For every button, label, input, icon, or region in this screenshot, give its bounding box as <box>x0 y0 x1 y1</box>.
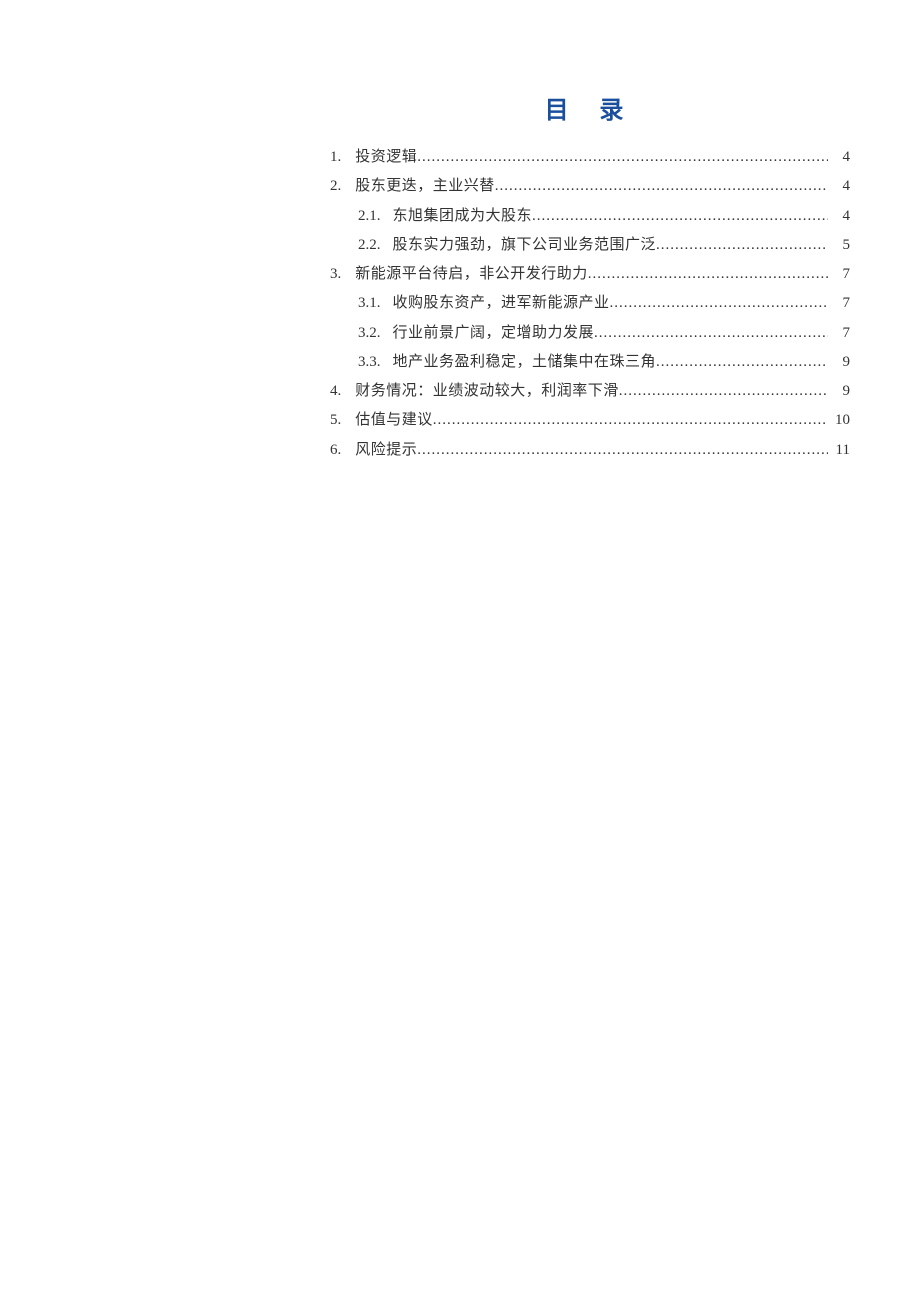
toc-page-number: 4 <box>828 172 850 201</box>
toc-leader-dots <box>417 143 828 172</box>
toc-page-number: 11 <box>828 436 850 465</box>
toc-number: 6. <box>330 436 341 465</box>
toc-number: 3. <box>330 260 341 289</box>
toc-page-number: 4 <box>828 202 850 231</box>
toc-page-number: 4 <box>828 143 850 172</box>
toc-number: 3.1. <box>358 289 381 318</box>
toc-entry[interactable]: 2.2. 股东实力强劲，旗下公司业务范围广泛 5 <box>330 231 850 260</box>
toc-container: 目 录 1.投资逻辑42.股东更迭，主业兴替42.1.东旭集团成为大股东42.2… <box>330 90 850 465</box>
toc-page-number: 7 <box>828 260 850 289</box>
toc-page-number: 10 <box>828 406 850 435</box>
toc-leader-dots <box>588 260 828 289</box>
toc-number: 2.2. <box>358 231 381 260</box>
toc-label: 股东更迭，主业兴替 <box>355 172 495 201</box>
toc-entry[interactable]: 3.3. 地产业务盈利稳定，土储集中在珠三角 9 <box>330 348 850 377</box>
toc-label: 地产业务盈利稳定，土储集中在珠三角 <box>393 348 657 377</box>
toc-number: 3.2. <box>358 319 381 348</box>
toc-number: 1. <box>330 143 341 172</box>
toc-page-number: 7 <box>828 289 850 318</box>
toc-entry[interactable]: 3.2. 行业前景广阔，定增助力发展 7 <box>330 319 850 348</box>
toc-leader-dots <box>656 231 828 260</box>
toc-leader-dots <box>656 348 828 377</box>
toc-entry[interactable]: 4. 财务情况：业绩波动较大，利润率下滑 9 <box>330 377 850 406</box>
toc-label: 风险提示 <box>355 436 417 465</box>
toc-page-number: 9 <box>828 348 850 377</box>
toc-number: 2.1. <box>358 202 381 231</box>
toc-entry[interactable]: 1. 投资逻辑 4 <box>330 143 850 172</box>
toc-label: 股东实力强劲，旗下公司业务范围广泛 <box>393 231 657 260</box>
toc-page-number: 5 <box>828 231 850 260</box>
toc-page-number: 7 <box>828 319 850 348</box>
toc-number: 4. <box>330 377 341 406</box>
toc-leader-dots <box>417 436 828 465</box>
toc-page-number: 9 <box>828 377 850 406</box>
toc-leader-dots <box>610 289 828 318</box>
toc-entry[interactable]: 3. 新能源平台待启，非公开发行助力 7 <box>330 260 850 289</box>
toc-leader-dots <box>433 406 828 435</box>
toc-label: 投资逻辑 <box>355 143 417 172</box>
toc-entry[interactable]: 2.1. 东旭集团成为大股东 4 <box>330 202 850 231</box>
toc-label: 估值与建议 <box>355 406 433 435</box>
toc-entry[interactable]: 3.1. 收购股东资产，进军新能源产业 7 <box>330 289 850 318</box>
toc-number: 5. <box>330 406 341 435</box>
toc-label: 东旭集团成为大股东 <box>393 202 533 231</box>
toc-leader-dots <box>532 202 828 231</box>
toc-leader-dots <box>619 377 828 406</box>
page-title: 目 录 <box>330 90 850 125</box>
toc-label: 新能源平台待启，非公开发行助力 <box>355 260 588 289</box>
toc-entry[interactable]: 2. 股东更迭，主业兴替 4 <box>330 172 850 201</box>
toc-leader-dots <box>594 319 828 348</box>
toc-entry[interactable]: 6. 风险提示 11 <box>330 436 850 465</box>
toc-number: 2. <box>330 172 341 201</box>
toc-label: 行业前景广阔，定增助力发展 <box>393 319 595 348</box>
toc-label: 财务情况：业绩波动较大，利润率下滑 <box>355 377 619 406</box>
toc-number: 3.3. <box>358 348 381 377</box>
toc-leader-dots <box>495 172 828 201</box>
toc-entry[interactable]: 5. 估值与建议 10 <box>330 406 850 435</box>
toc-list: 1. 投资逻辑 4 2. 股东更迭，主业兴替 4 2.1. 东旭集团成为大股东 4 2.2. 股东实… <box>330 143 850 465</box>
toc-label: 收购股东资产，进军新能源产业 <box>393 289 610 318</box>
